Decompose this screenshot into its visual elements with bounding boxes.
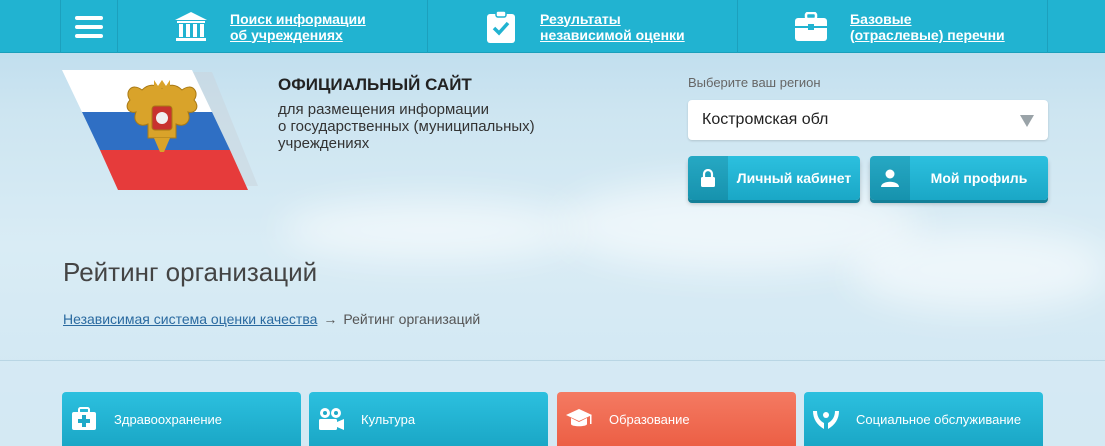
medkit-icon <box>62 392 106 446</box>
nav-assessment-results[interactable]: Результаты независимой оценки <box>428 0 738 53</box>
cloud-decoration <box>280 200 580 260</box>
nav-label-line: независимой оценки <box>540 26 685 43</box>
nav-search-label: Поиск информации об учреждениях <box>230 11 366 43</box>
breadcrumb: Независимая система оценки качества → Ре… <box>63 311 480 327</box>
site-subtitle-line: для размещения информации <box>278 101 490 118</box>
hamburger-icon[interactable] <box>60 0 118 53</box>
clipboard-check-icon <box>484 9 518 44</box>
nav-label-line: Результаты <box>540 10 621 27</box>
top-navigation: Поиск информации об учреждениях Результа… <box>0 0 1105 53</box>
russian-flag-emblem-logo[interactable] <box>62 68 262 194</box>
nav-label-line: (отраслевые) перечни <box>850 26 1005 43</box>
region-selected-value: Костромская обл <box>702 111 829 128</box>
graduation-cap-icon <box>557 392 601 446</box>
personal-cabinet-button[interactable]: Личный кабинет <box>688 156 860 200</box>
breadcrumb-link-quality-system[interactable]: Независимая система оценки качества <box>63 311 317 327</box>
category-label: Социальное обслуживание <box>856 411 1022 427</box>
site-subtitle-line: о государственных (муниципальных) <box>278 118 535 135</box>
site-title: ОФИЦИАЛЬНЫЙ САЙТ <box>278 75 472 94</box>
user-icon <box>870 156 910 200</box>
nav-lists-label: Базовые (отраслевые) перечни <box>850 11 1005 43</box>
page-title: Рейтинг организаций <box>63 257 318 287</box>
breadcrumb-current: Рейтинг организаций <box>343 311 481 327</box>
region-select[interactable]: Костромская обл <box>688 100 1048 140</box>
hands-icon <box>804 392 848 446</box>
briefcase-icon <box>794 10 828 44</box>
institution-icon <box>174 10 208 44</box>
nav-label-line: об учреждениях <box>230 26 343 43</box>
lock-icon <box>688 156 728 200</box>
category-label: Образование <box>609 411 690 427</box>
category-healthcare[interactable]: Здравоохранение <box>62 392 301 446</box>
cloud-decoration <box>850 230 1105 310</box>
nav-search-institutions[interactable]: Поиск информации об учреждениях <box>118 0 428 53</box>
nav-base-lists[interactable]: Базовые (отраслевые) перечни <box>738 0 1048 53</box>
nav-label-line: Поиск информации <box>230 10 366 27</box>
category-culture[interactable]: Культура <box>309 392 548 446</box>
site-subtitle-line: учреждениях <box>278 135 370 152</box>
nav-results-label: Результаты независимой оценки <box>540 11 685 43</box>
camera-icon <box>309 392 353 446</box>
category-social-services[interactable]: Социальное обслуживание <box>804 392 1043 446</box>
nav-label-line: Базовые <box>850 10 912 27</box>
category-label: Культура <box>361 411 416 427</box>
breadcrumb-separator: → <box>323 311 338 327</box>
personal-cabinet-label: Личный кабинет <box>736 170 852 186</box>
site-subtitle: для размещения информации о государствен… <box>278 101 535 152</box>
category-label: Здравоохранение <box>114 411 223 427</box>
dropdown-arrow-icon <box>1020 115 1034 127</box>
my-profile-label: Мой профиль <box>930 170 1028 186</box>
region-label: Выберите ваш регион <box>688 75 821 90</box>
my-profile-button[interactable]: Мой профиль <box>870 156 1048 200</box>
category-education[interactable]: Образование <box>557 392 796 446</box>
